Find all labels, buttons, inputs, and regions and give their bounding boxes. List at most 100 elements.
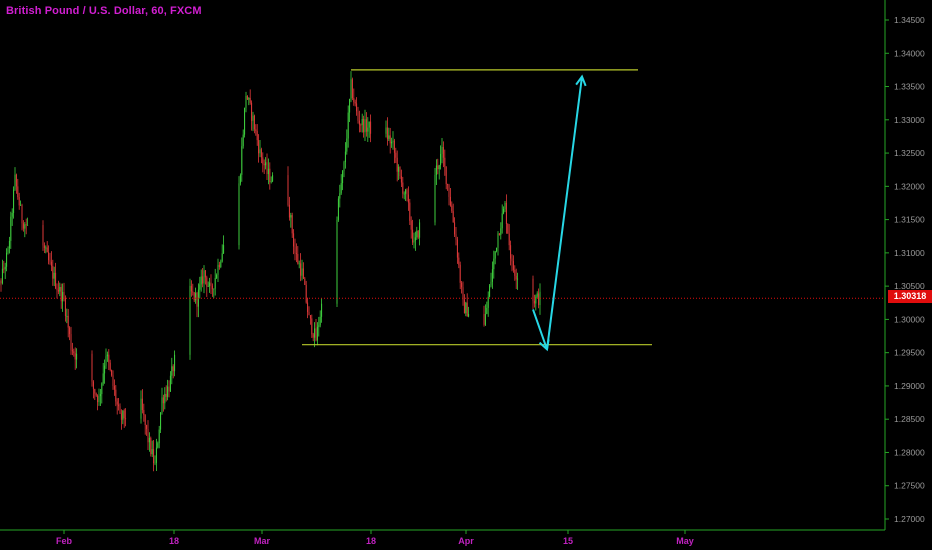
candle-body	[393, 140, 395, 153]
candle-body	[288, 204, 290, 218]
candle-body	[27, 225, 29, 226]
candle-body	[385, 127, 387, 134]
candle-body	[349, 98, 351, 113]
candle-body	[312, 334, 314, 338]
candle-body	[69, 327, 71, 335]
candle-body	[211, 285, 213, 290]
candle-body	[50, 261, 52, 266]
candle-body	[398, 166, 400, 172]
candle-body	[412, 229, 414, 243]
candle-body	[21, 205, 23, 224]
candle-body	[505, 202, 507, 224]
candle-body	[259, 149, 261, 154]
x-tick-label: Feb	[56, 536, 73, 546]
candle-body	[42, 225, 44, 246]
y-tick-label: 1.30000	[894, 314, 925, 324]
candle-body	[63, 292, 65, 299]
candle-body	[339, 193, 341, 199]
candle-body	[356, 103, 358, 112]
candle-body	[386, 127, 388, 139]
candle-body	[444, 157, 446, 167]
candle-body	[214, 278, 216, 289]
candle-body	[92, 381, 94, 389]
candle-body	[172, 366, 174, 372]
candle-body	[508, 233, 510, 246]
candle-body	[195, 292, 197, 301]
candle-body	[248, 97, 250, 100]
candle-body	[498, 233, 500, 235]
candle-body	[260, 149, 262, 158]
y-tick-label: 1.32500	[894, 148, 925, 158]
candle-body	[22, 223, 24, 229]
candle-body	[171, 366, 173, 376]
candle-body	[57, 289, 59, 292]
candle-body	[97, 395, 99, 403]
candle-body	[512, 261, 514, 270]
candle-body	[200, 276, 202, 285]
candle-body	[486, 307, 488, 314]
candle-body	[94, 388, 96, 394]
candle-body	[252, 115, 254, 121]
candle-body	[157, 443, 159, 448]
candle-body	[414, 237, 416, 241]
candle-body	[203, 270, 205, 284]
candle-body	[364, 119, 366, 133]
candle-body	[56, 288, 58, 290]
candle-body	[511, 258, 513, 262]
candle-body	[396, 157, 398, 172]
candle-body	[122, 410, 124, 420]
candle-body	[204, 270, 206, 278]
candle-body	[484, 313, 486, 325]
candle-body	[501, 213, 503, 229]
candle-body	[388, 135, 390, 139]
candle-body	[465, 302, 467, 314]
candle-body	[43, 245, 45, 248]
candle-body	[73, 351, 75, 354]
candle-body	[148, 437, 150, 443]
candle-body	[52, 265, 54, 279]
arrow-up[interactable]	[546, 76, 583, 350]
chart-title: British Pound / U.S. Dollar, 60, FXCM	[6, 5, 202, 17]
candle-body	[202, 276, 204, 284]
candle-body	[143, 410, 145, 416]
candle-body	[454, 222, 456, 235]
candle-body	[242, 134, 244, 147]
candle-body	[168, 386, 170, 392]
candle-body	[507, 223, 509, 234]
candle-body	[161, 397, 163, 413]
candle-body	[319, 316, 321, 326]
candle-body	[491, 269, 493, 282]
candle-body	[510, 245, 512, 259]
candle-body	[337, 198, 339, 220]
candle-body	[407, 194, 409, 203]
chart-canvas[interactable]: 1.34500 1.34000 1.33500 1.33000 1.32500 1.320…	[0, 0, 932, 550]
candle-body	[287, 175, 289, 205]
candle-body	[169, 375, 171, 392]
x-tick-label: May	[676, 536, 694, 546]
candle-body	[1, 268, 3, 284]
candle-body	[206, 277, 208, 287]
candle-body	[503, 208, 505, 214]
candle-body	[451, 205, 453, 212]
candle-body	[207, 286, 209, 288]
candle-body	[74, 353, 76, 360]
candle-body	[351, 79, 353, 99]
candle-body	[293, 233, 295, 247]
candle-body	[440, 153, 442, 166]
candle-body	[146, 424, 148, 429]
candle-body	[410, 220, 412, 230]
candle-body	[253, 115, 255, 130]
candle-body	[167, 386, 169, 397]
candle-body	[449, 196, 451, 206]
candle-body	[363, 118, 365, 133]
candle-body	[67, 315, 69, 328]
candle-body	[98, 396, 100, 403]
chart: 1.34500 1.34000 1.33500 1.33000 1.32500 1.320…	[0, 0, 932, 550]
candle-body	[24, 224, 26, 229]
y-tick-label: 1.28000	[894, 447, 925, 457]
candle-body	[316, 326, 318, 341]
candle-body	[532, 278, 534, 302]
candle-body	[536, 293, 538, 297]
x-tick-label: 15	[563, 536, 573, 546]
candle-body	[494, 251, 496, 259]
